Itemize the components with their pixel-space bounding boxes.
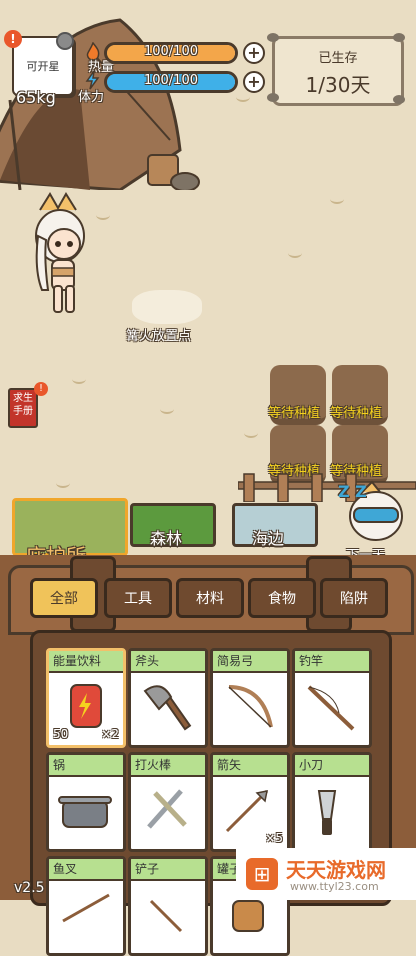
fishing-rod-icon <box>295 673 369 743</box>
item-card[interactable]: 鱼叉 <box>46 856 126 956</box>
sleep-zzz: Z Z <box>338 482 367 501</box>
survival-manual-button[interactable]: 求生手册 <box>8 388 38 428</box>
tab-4[interactable]: 陷阱 <box>320 578 388 618</box>
version-label: v2.5 <box>14 880 45 896</box>
survival-days-panel: 已生存 1/30天 <box>267 33 405 106</box>
tab-1[interactable]: 工具 <box>104 578 172 618</box>
item-card[interactable]: 钓竿 <box>292 648 372 748</box>
item-name: 钓竿 <box>295 651 369 673</box>
harpoon-icon <box>49 881 123 951</box>
campfire-spot[interactable] <box>132 290 202 324</box>
location-forest-label: 森林 <box>150 529 183 548</box>
add-stamina-button[interactable]: + <box>243 71 265 93</box>
item-name: 锅 <box>49 755 123 777</box>
item-name: 铲子 <box>131 859 205 881</box>
plot-label-2: 等待种植 <box>330 406 383 421</box>
campfire-label: 篝火放置点 <box>126 329 192 344</box>
box-label: 可开星 <box>26 60 60 73</box>
player-weight: 65kg <box>16 88 56 107</box>
item-name: 简易弓 <box>213 651 287 673</box>
stamina-value: 100/100 <box>143 73 198 88</box>
bow-icon <box>213 673 287 743</box>
tab-0[interactable]: 全部 <box>30 578 98 618</box>
item-card[interactable]: 锅 <box>46 752 126 852</box>
item-card[interactable]: 铲子 <box>128 856 208 956</box>
tab-2[interactable]: 材料 <box>176 578 244 618</box>
stamina-label: 体力 <box>78 90 105 105</box>
heat-bar: 100/100 <box>104 42 238 64</box>
axe-icon <box>131 673 205 743</box>
gear-icon[interactable] <box>56 32 74 50</box>
watermark-logo-icon: ⊞ <box>246 858 278 890</box>
location-beach-label: 海边 <box>252 529 285 548</box>
item-card[interactable]: 小刀 <box>292 752 372 852</box>
survival-manual-label: 求生手册 <box>13 393 33 417</box>
item-name: 鱼叉 <box>49 859 123 881</box>
item-card[interactable]: 斧头 <box>128 648 208 748</box>
item-card[interactable]: 打火棒 <box>128 752 208 852</box>
tab-3[interactable]: 食物 <box>248 578 316 618</box>
item-name: 打火棒 <box>131 755 205 777</box>
item-value: 50 <box>53 727 69 741</box>
item-name: 箭矢 <box>213 755 287 777</box>
plot-label-1: 等待种植 <box>268 406 321 421</box>
manual-alert-icon: ! <box>34 382 48 396</box>
watermark-url: www.ttyl23.com <box>290 880 379 893</box>
alert-icon: ! <box>4 30 22 48</box>
stamina-bar: 100/100 <box>104 71 238 93</box>
survival-days: 1/30天 <box>305 73 371 97</box>
item-name: 小刀 <box>295 755 369 777</box>
item-count: ×2 <box>101 727 119 741</box>
fire-starter-icon <box>131 777 205 847</box>
item-name: 能量饮料 <box>49 651 123 673</box>
item-card[interactable]: 箭矢 ×5 <box>210 752 290 852</box>
knife-icon <box>295 777 369 847</box>
item-card[interactable]: 能量饮料 ×2 50 <box>46 648 126 748</box>
watermark: ⊞ 天天游戏网 www.ttyl23.com <box>236 848 416 900</box>
survival-title: 已生存 <box>318 51 358 66</box>
shovel-icon <box>131 881 205 951</box>
item-card[interactable]: 简易弓 <box>210 648 290 748</box>
player-character[interactable] <box>28 190 98 320</box>
heat-value: 100/100 <box>143 44 198 59</box>
watermark-title: 天天游戏网 <box>286 858 386 882</box>
add-heat-button[interactable]: + <box>243 42 265 64</box>
item-count: ×5 <box>265 831 283 845</box>
pot-icon <box>49 777 123 847</box>
item-name: 斧头 <box>131 651 205 673</box>
